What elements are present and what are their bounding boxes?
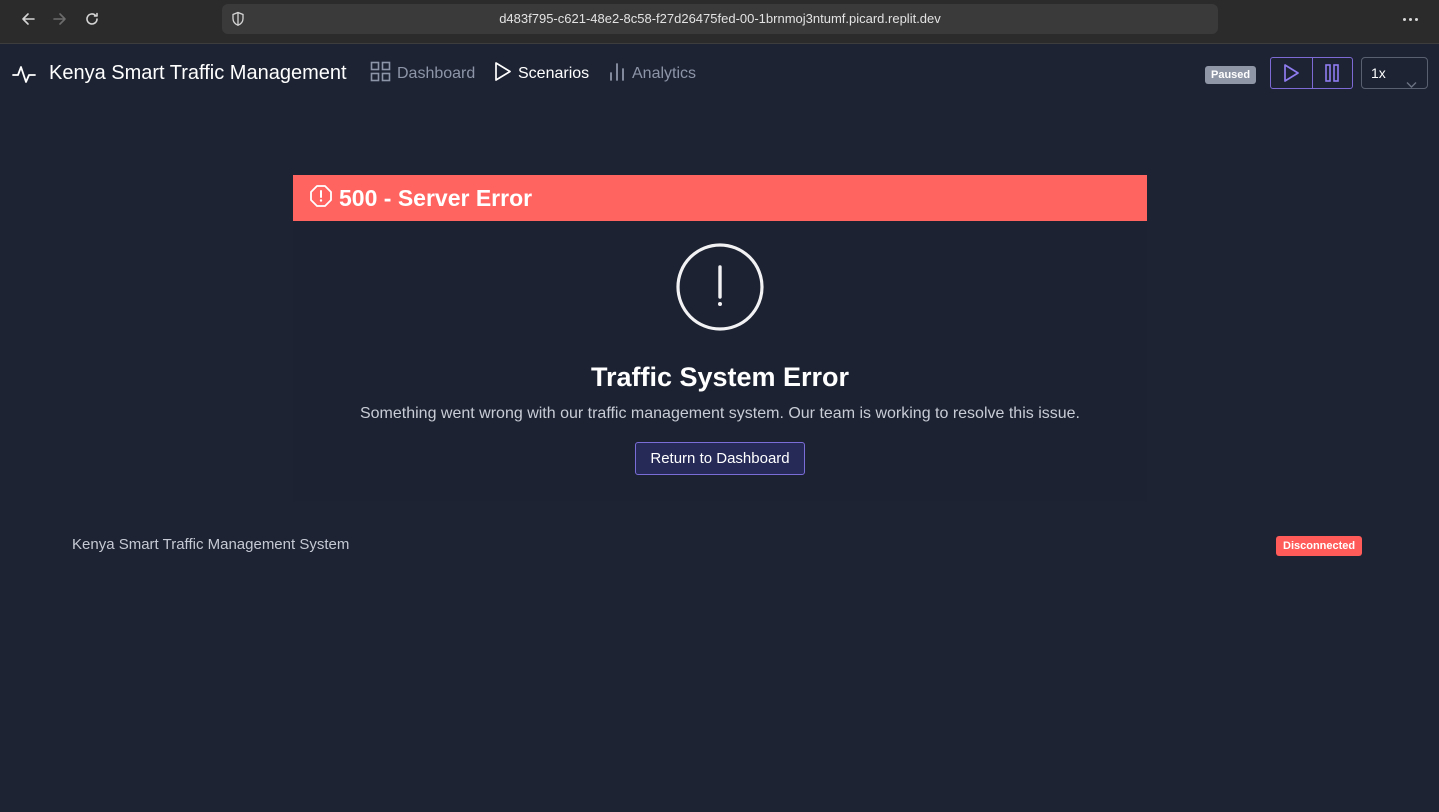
- activity-pulse-icon: [12, 64, 36, 89]
- more-horizontal-icon[interactable]: [1396, 7, 1424, 31]
- nav-item-analytics[interactable]: Analytics: [608, 62, 696, 86]
- error-heading: Traffic System Error: [590, 362, 850, 392]
- pause-icon: [1325, 64, 1340, 82]
- back-arrow-icon[interactable]: [13, 7, 43, 31]
- nav-item-label: Scenarios: [518, 65, 590, 82]
- nav-item-label: Analytics: [632, 65, 697, 82]
- address-bar[interactable]: d483f795-c621-48e2-8c58-f27d26475fed-00-…: [222, 4, 1218, 34]
- forward-arrow-icon[interactable]: [45, 7, 75, 31]
- alert-octagon-icon: [309, 184, 333, 213]
- connection-status-badge: Disconnected: [1276, 536, 1363, 556]
- error-banner: 500 - Server Error: [293, 175, 1147, 221]
- playback-controls: [1270, 57, 1353, 89]
- chevron-down-icon: [1406, 69, 1417, 99]
- reload-icon[interactable]: [77, 7, 107, 31]
- play-outline-icon: [494, 61, 518, 87]
- grid-icon: [370, 61, 397, 87]
- return-to-dashboard-button[interactable]: Return to Dashboard: [635, 442, 805, 475]
- banner-title: 500 - Server Error: [339, 184, 533, 211]
- nav-item-dashboard[interactable]: Dashboard: [370, 61, 476, 87]
- speed-select[interactable]: 1x: [1361, 57, 1428, 89]
- paused-status-badge: Paused: [1205, 66, 1257, 84]
- alert-circle-icon: [675, 242, 765, 337]
- play-button[interactable]: [1271, 58, 1312, 88]
- app-title: Kenya Smart Traffic Management: [49, 62, 347, 84]
- footer-text: Kenya Smart Traffic Management System: [72, 536, 350, 553]
- app-header: Kenya Smart Traffic Management Dashboard…: [0, 44, 1439, 104]
- speed-value: 1x: [1371, 65, 1386, 81]
- url-text: d483f795-c621-48e2-8c58-f27d26475fed-00-…: [499, 11, 941, 26]
- nav-item-scenarios[interactable]: Scenarios: [494, 62, 589, 86]
- nav-item-label: Dashboard: [397, 65, 476, 82]
- bar-chart-icon: [608, 61, 632, 87]
- pause-button[interactable]: [1311, 58, 1353, 88]
- play-icon: [1284, 64, 1300, 82]
- browser-toolbar: d483f795-c621-48e2-8c58-f27d26475fed-00-…: [0, 0, 1439, 44]
- error-message: Something went wrong with our traffic ma…: [359, 405, 1080, 422]
